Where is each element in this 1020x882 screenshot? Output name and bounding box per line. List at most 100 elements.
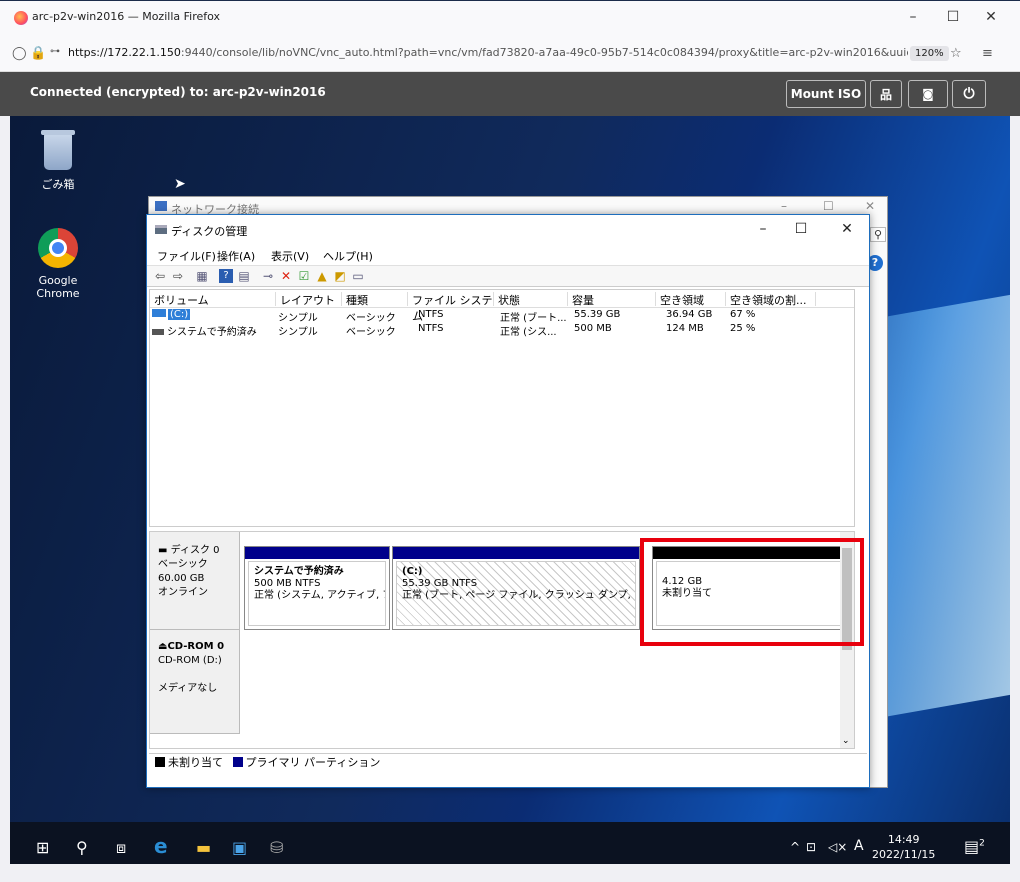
network-tray-icon[interactable]: ⊡ xyxy=(806,840,816,854)
menu-help[interactable]: ヘルプ(H) xyxy=(323,248,373,264)
ime-indicator[interactable]: A xyxy=(854,838,864,854)
menu-view[interactable]: 表示(V) xyxy=(271,248,309,264)
console-tree-icon[interactable]: ▦ xyxy=(195,269,209,283)
volume-muted-icon[interactable]: ◁× xyxy=(828,840,847,854)
legend-unallocated: 未割り当て xyxy=(168,756,223,769)
volume-icon xyxy=(152,309,166,317)
partition-system-reserved[interactable]: システムで予約済み 500 MB NTFS 正常 (システム, アクティブ, プ… xyxy=(244,546,390,630)
vnc-toolbar: Connected (encrypted) to: arc-p2v-win201… xyxy=(0,72,1020,116)
chevron-up-icon[interactable]: ^ xyxy=(790,840,800,854)
search-folder-icon[interactable]: ◩ xyxy=(333,269,347,283)
shield-icon[interactable]: ◯ xyxy=(12,46,27,61)
lock-icon[interactable]: 🔒 xyxy=(30,46,46,61)
partition-c[interactable]: (C:) 55.39 GB NTFS 正常 (ブート, ページ ファイル, クラ… xyxy=(392,546,640,630)
help-book-icon[interactable]: ? xyxy=(219,269,233,283)
col-free-percent[interactable]: 空き領域の割... xyxy=(726,292,816,307)
clock[interactable]: 14:49 2022/11/15 xyxy=(872,832,935,862)
network-search-icon[interactable]: ⚲ xyxy=(870,227,887,242)
menu-file[interactable]: ファイル(F) xyxy=(157,248,216,264)
forward-icon[interactable]: ⇨ xyxy=(171,269,185,283)
permissions-icon[interactable]: ⊶ xyxy=(50,46,60,57)
list-view-icon[interactable]: ▭ xyxy=(351,269,365,283)
cell-free: 36.94 GB xyxy=(666,309,713,320)
connection-status: Connected (encrypted) to: arc-p2v-win201… xyxy=(30,85,326,99)
zoom-level[interactable]: 120% xyxy=(910,46,949,61)
check-icon[interactable]: ☑ xyxy=(297,269,311,283)
col-capacity[interactable]: 容量 xyxy=(568,292,656,307)
cell-free: 124 MB xyxy=(666,323,704,334)
legend: 未割り当て プライマリ パーティション xyxy=(149,753,867,773)
maximize-icon[interactable]: ☐ xyxy=(938,9,968,25)
legend-primary: プライマリ パーティション xyxy=(245,756,381,769)
ie-icon[interactable]: e xyxy=(154,834,168,858)
clock-time: 14:49 xyxy=(887,833,920,846)
task-view-icon[interactable]: ⧈ xyxy=(116,838,126,858)
col-status[interactable]: 状態 xyxy=(494,292,568,307)
properties-icon[interactable]: ▤ xyxy=(237,269,251,283)
address-bar: ◯ 🔒 ⊶ https://172.22.1.150:9440/console/… xyxy=(0,36,1020,72)
url-field[interactable]: https://172.22.1.150:9440/console/lib/no… xyxy=(68,46,908,59)
disk-icon[interactable]: ⛁ xyxy=(270,838,283,857)
recycle-bin-shortcut[interactable]: ごみ箱 xyxy=(18,130,98,192)
disk0-status: オンライン xyxy=(158,587,208,598)
remote-desktop[interactable]: ごみ箱 Google Chrome ➤ ネットワーク接続 – ☐ ✕ ⚲ ? デ… xyxy=(10,116,1010,874)
volume-list[interactable]: ボリューム レイアウト 種類 ファイル システム 状態 容量 空き領域 空き領域… xyxy=(149,289,855,527)
network-icon[interactable]: 品 xyxy=(870,80,902,108)
disk-management-window[interactable]: ディスクの管理 – ☐ ✕ ファイル(F) 操作(A) 表示(V) ヘルプ(H)… xyxy=(146,214,870,788)
disk-icon: ▬ xyxy=(158,545,168,556)
primary-partition-bar xyxy=(245,547,389,559)
cell-free-pct: 67 % xyxy=(730,309,756,320)
col-filesystem[interactable]: ファイル システム xyxy=(408,292,494,323)
col-layout[interactable]: レイアウト xyxy=(276,292,342,307)
delete-icon[interactable]: ✕ xyxy=(279,269,293,283)
network-maximize-icon[interactable]: ☐ xyxy=(823,199,834,213)
server-manager-icon[interactable]: ▣ xyxy=(232,838,247,857)
camera-icon[interactable]: ◙ xyxy=(908,80,948,108)
cell-status: 正常 (シス... xyxy=(500,327,557,338)
partition-body: (C:) 55.39 GB NTFS 正常 (ブート, ページ ファイル, クラ… xyxy=(396,561,636,626)
windows-start-icon[interactable]: ⊞ xyxy=(36,838,49,857)
col-volume[interactable]: ボリューム xyxy=(150,292,276,307)
minimize-icon[interactable]: – xyxy=(898,9,928,25)
vol-name-cell: (C:) xyxy=(152,309,276,320)
close-icon[interactable]: ✕ xyxy=(976,9,1006,25)
partition-name: (C:) xyxy=(402,566,423,577)
dm-close-icon[interactable]: ✕ xyxy=(835,221,859,237)
dm-maximize-icon[interactable]: ☐ xyxy=(789,221,813,237)
file-explorer-icon[interactable]: ▬ xyxy=(196,838,211,857)
network-minimize-icon[interactable]: – xyxy=(781,199,787,213)
partition-status: 正常 (ブート, ページ ファイル, クラッシュ ダンプ, プライマリ xyxy=(402,590,635,601)
col-type[interactable]: 種類 xyxy=(342,292,408,307)
primary-swatch xyxy=(232,757,243,767)
connect-icon[interactable]: ⊸ xyxy=(261,269,275,283)
table-row[interactable]: (C:) シンプル ベーシック NTFS 正常 (ブート... 55.39 GB… xyxy=(150,308,854,324)
power-icon[interactable]: ⏻ xyxy=(952,80,986,108)
star-icon[interactable]: ☆ xyxy=(950,46,962,61)
chrome-shortcut[interactable]: Google Chrome xyxy=(18,228,98,300)
menu-icon[interactable]: ≡ xyxy=(982,46,993,61)
mount-iso-button[interactable]: Mount ISO xyxy=(786,80,866,108)
dm-toolbar: ⇦ ⇨ ▦ ? ▤ ⊸ ✕ ☑ ▲ ◩ ▭ xyxy=(147,265,869,287)
scroll-down-icon[interactable]: ⌄ xyxy=(842,736,850,746)
dm-minimize-icon[interactable]: – xyxy=(751,221,775,237)
search-icon[interactable]: ⚲ xyxy=(76,838,88,857)
dm-title: ディスクの管理 xyxy=(171,225,248,238)
table-row[interactable]: システムで予約済み シンプル ベーシック NTFS 正常 (シス... 500 … xyxy=(150,322,854,338)
cdrom-drive: CD-ROM (D:) xyxy=(158,655,222,666)
notification-icon[interactable]: ▤2 xyxy=(964,837,985,856)
network-close-icon[interactable]: ✕ xyxy=(865,199,875,213)
clock-date: 2022/11/15 xyxy=(872,848,936,861)
folder-up-icon[interactable]: ▲ xyxy=(315,269,329,283)
cell-layout: シンプル xyxy=(278,327,318,338)
browser-title-bar: arc-p2v-win2016 — Mozilla Firefox – ☐ ✕ xyxy=(0,0,1020,36)
disk0-name: ディスク 0 xyxy=(170,545,220,556)
volume-icon xyxy=(152,329,164,335)
cdrom0-label[interactable]: ⏏CD-ROM 0 CD-ROM (D:) メディアなし xyxy=(150,630,240,734)
back-icon[interactable]: ⇦ xyxy=(153,269,167,283)
col-free-space[interactable]: 空き領域 xyxy=(656,292,726,307)
disk0-label[interactable]: ▬ ディスク 0 ベーシック 60.00 GB オンライン xyxy=(150,532,240,630)
mouse-cursor-icon: ➤ xyxy=(174,176,186,192)
disk0-type: ベーシック xyxy=(158,559,208,570)
partition-size: 55.39 GB NTFS xyxy=(402,578,478,589)
menu-action[interactable]: 操作(A) xyxy=(217,248,255,264)
